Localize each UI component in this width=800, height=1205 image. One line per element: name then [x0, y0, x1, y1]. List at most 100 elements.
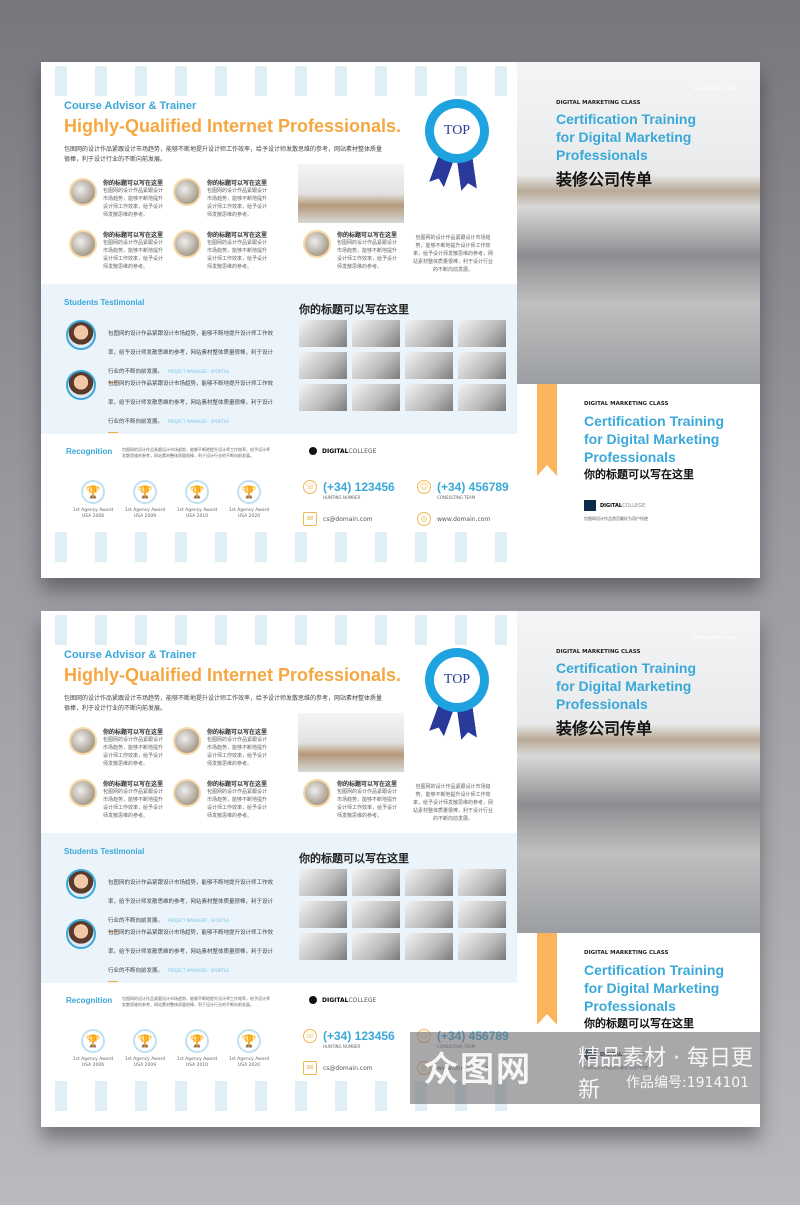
- feature-photo: [173, 727, 201, 755]
- awards-row: 🏆 1st Agency Award USA 2006 🏆 1st Agency Aw…: [68, 480, 274, 520]
- logo-dot-icon: [309, 996, 317, 1004]
- trophy-icon: 🏆: [81, 480, 105, 504]
- watermark-brand: 众图网: [424, 1050, 532, 1090]
- grid-photo: [405, 901, 453, 928]
- intro-text: 包图网的设计作品紧跟设计市场趋势，能够不断地提升设计师工作效率，给予设计师发散思…: [64, 695, 383, 712]
- testimonial-role: PROJECT MANAGER · SPORTSA: [168, 968, 230, 973]
- trophy-icon: 🏆: [185, 480, 209, 504]
- testimonial-role: PROJECT MANAGER · SPORTSA: [168, 419, 230, 424]
- feature-item: 你的标题可以写在这里 包图网的设计作品紧跟设计市场趋势，能够不断地提升设计师工作效…: [69, 178, 169, 219]
- award: 🏆 1st Agency Award USA 2020: [224, 480, 274, 520]
- award: 🏆 1st Agency Award USA 2010: [172, 1029, 222, 1069]
- logo-dot-icon: [309, 447, 317, 455]
- grid-photo: [405, 869, 453, 896]
- email: ✉ cs@domain.com: [303, 512, 373, 526]
- kitchen-photo: [298, 713, 404, 772]
- feature-title: 你的标题可以写在这里: [207, 781, 268, 788]
- headline: Highly-Qualified Internet Professionals.: [64, 665, 402, 685]
- testimonial-item: 包图网的设计作品紧跟设计市场趋势，能够不断地提升设计师工作效率，给予设计师发散思…: [66, 370, 286, 433]
- grid-photo: [352, 901, 400, 928]
- feature-photo: [69, 727, 97, 755]
- feature-photo: [303, 779, 331, 807]
- grid-photo: [352, 352, 400, 379]
- feature-photo: [173, 178, 201, 206]
- feature-text: 包图网的设计作品紧跟设计市场趋势，能够不断地提升设计师工作效率，给予设计师发散思…: [207, 188, 268, 218]
- intro-text: 包图网的设计作品紧跟设计市场趋势，能够不断地提升设计师工作效率，给予设计师发散思…: [64, 146, 383, 163]
- feature-item: 你的标题可以写在这里 包图网的设计作品紧跟设计市场趋势，能够不断地提升设计师工作效…: [173, 178, 273, 219]
- feature-item: 你的标题可以写在这里 包图网的设计作品紧跟设计市场趋势，能够不断地提升设计师工作效…: [173, 230, 273, 271]
- cover-website: www.domain.com: [693, 86, 738, 92]
- grid-photo: [352, 933, 400, 960]
- feature-text: 包图网的设计作品紧跟设计市场趋势，能够不断地提升设计师工作效率，给予设计师发散思…: [207, 789, 268, 819]
- back-tagline: 包图网设计作品首页最好为用户所使: [584, 516, 648, 521]
- testimonial-heading: Students Testimonial: [64, 847, 145, 856]
- grid-photo: [299, 352, 347, 379]
- trophy-icon: 🏆: [133, 1029, 157, 1053]
- trophy-icon: 🏆: [237, 1029, 261, 1053]
- user-icon: ☺: [417, 480, 431, 494]
- feature-item: 你的标题可以写在这里 包图网的设计作品紧跟设计市场趋势，能够不断地提升设计师工作效…: [173, 779, 273, 820]
- grid-photo: [405, 384, 453, 411]
- recognition-heading: Recognition: [66, 996, 113, 1005]
- headline: Highly-Qualified Internet Professionals.: [64, 116, 402, 136]
- grid-photo: [352, 320, 400, 347]
- avatar: [66, 919, 96, 949]
- feature-text: 包图网的设计作品紧跟设计市场趋势，能够不断地提升设计师工作效率，给予设计师发散思…: [103, 240, 164, 270]
- cover-kicker: DIGITAL MARKETING CLASS: [556, 649, 641, 655]
- back-title: Certification Training for Digital Market…: [584, 962, 725, 1014]
- recognition-heading: Recognition: [66, 447, 113, 456]
- feature-photo: [303, 230, 331, 258]
- feature-item: 你的标题可以写在这里 包图网的设计作品紧跟设计市场趋势，能够不断地提升设计师工作效…: [173, 727, 273, 768]
- mail-icon: ✉: [303, 512, 317, 526]
- feature-title: 你的标题可以写在这里: [103, 729, 164, 736]
- badge-text: TOP: [434, 108, 480, 154]
- grid-photo: [299, 320, 347, 347]
- phone-icon: ☏: [303, 1029, 317, 1043]
- grid-photo: [299, 933, 347, 960]
- testimonial-item: 包图网的设计作品紧跟设计市场趋势，能够不断地提升设计师工作效率，给予设计师发散思…: [66, 919, 286, 982]
- gallery-title: 你的标题可以写在这里: [299, 303, 409, 316]
- feature-photo: [69, 178, 97, 206]
- phone-hunting: ☏ (+34) 123456 HUNTING NUMBER: [303, 480, 395, 500]
- watermark-id: 作品编号:1914101: [626, 1075, 750, 1091]
- feature-text: 包图网的设计作品紧跟设计市场趋势，能够不断地提升设计师工作效率，给予设计师发散思…: [337, 240, 398, 270]
- cover-cn-title: 装修公司传单: [556, 170, 653, 189]
- grid-photo: [458, 384, 506, 411]
- grid-photo: [458, 869, 506, 896]
- avatar: [66, 869, 96, 899]
- cover-cn-title: 装修公司传单: [556, 719, 653, 738]
- trophy-icon: 🏆: [133, 480, 157, 504]
- feature-title: 你的标题可以写在这里: [103, 180, 164, 187]
- cover-title: Certification Training for Digital Market…: [556, 111, 697, 163]
- grid-photo: [458, 933, 506, 960]
- feature-photo: [69, 779, 97, 807]
- globe-icon: ◎: [417, 512, 431, 526]
- feature-title: 你的标题可以写在这里: [103, 781, 164, 788]
- photo-grid: [299, 320, 506, 411]
- phone-hunting: ☏ (+34) 123456 HUNTING NUMBER: [303, 1029, 395, 1049]
- award: 🏆 1st Agency Award USA 2006: [68, 480, 118, 520]
- feature-title: 你的标题可以写在这里: [337, 232, 398, 239]
- back-cn-title: 你的标题可以写在这里: [584, 468, 694, 481]
- avatar: [66, 370, 96, 400]
- grid-photo: [299, 869, 347, 896]
- back-kicker: DIGITAL MARKETING CLASS: [584, 950, 669, 956]
- feature-photo: [173, 779, 201, 807]
- college-logo: DIGITAL COLLEGE: [309, 996, 376, 1004]
- logo-square-icon: [584, 500, 596, 511]
- recognition-text: 包图网的设计作品紧跟设计市场趋势，能够不断地提升设计师工作效率，给予设计师发散思…: [122, 447, 270, 458]
- cover-title: Certification Training for Digital Market…: [556, 660, 697, 712]
- kitchen-photo: [298, 164, 404, 223]
- photo-grid: [299, 869, 506, 960]
- feature-photo: [69, 230, 97, 258]
- award: 🏆 1st Agency Award USA 2009: [120, 480, 170, 520]
- feature-title: 你的标题可以写在这里: [207, 729, 268, 736]
- feature-text: 包图网的设计作品紧跟设计市场趋势，能够不断地提升设计师工作效率，给予设计师发散思…: [207, 240, 268, 270]
- orange-ribbon: [537, 933, 557, 1025]
- mail-icon: ✉: [303, 1061, 317, 1075]
- grid-photo: [405, 933, 453, 960]
- badge-text: TOP: [434, 657, 480, 703]
- recognition-text: 包图网的设计作品紧跟设计市场趋势，能够不断地提升设计师工作效率，给予设计师发散思…: [122, 996, 270, 1007]
- feature-item: 你的标题可以写在这里 包图网的设计作品紧跟设计市场趋势，能够不断地提升设计师工作效…: [69, 779, 169, 820]
- awards-row: 🏆 1st Agency Award USA 2006 🏆 1st Agency Aw…: [68, 1029, 274, 1069]
